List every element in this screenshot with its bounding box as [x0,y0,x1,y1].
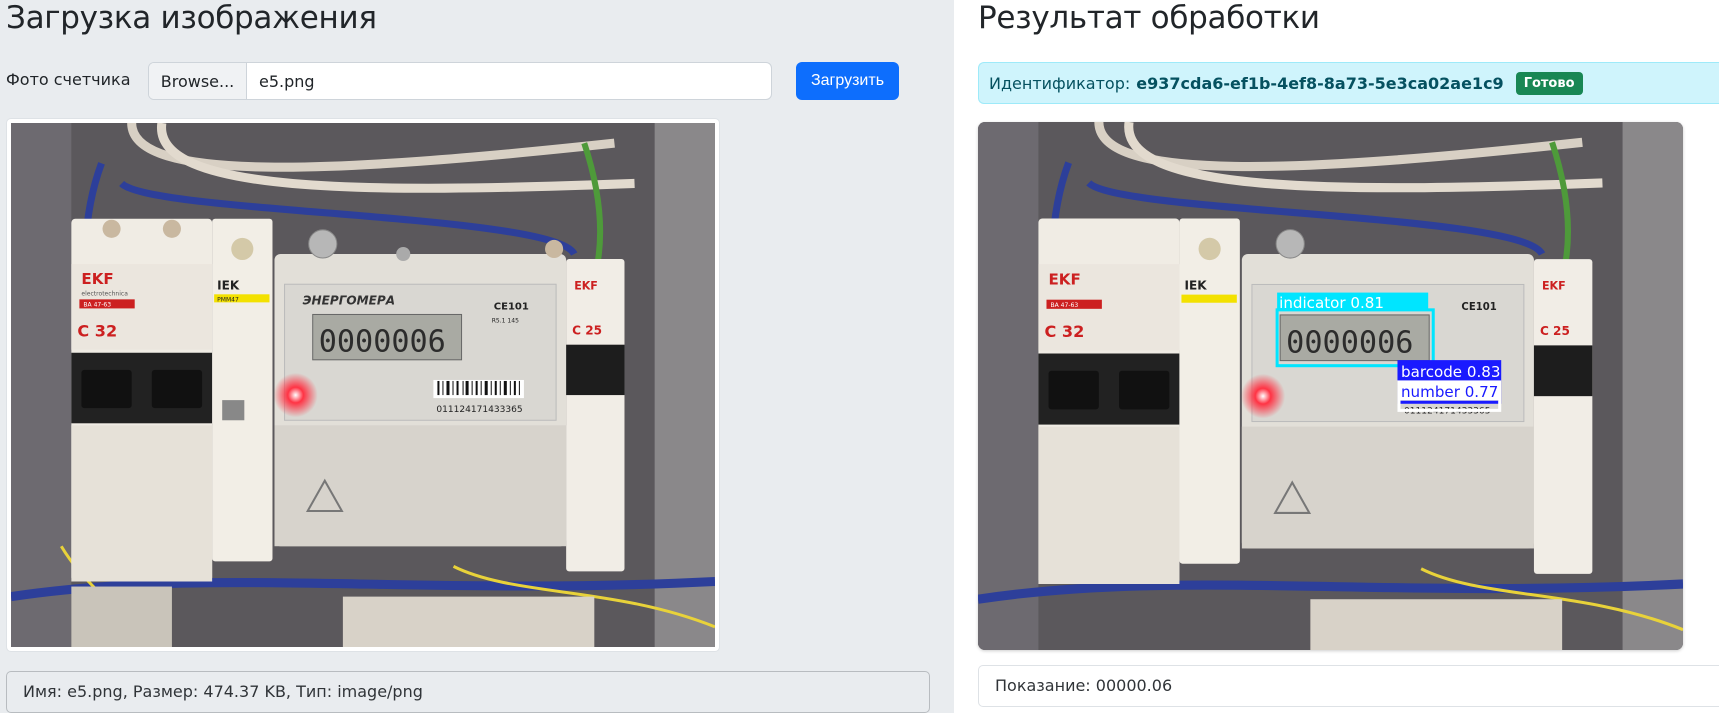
id-alert: Идентификатор: e937cda6-ef1b-4ef8-8a73-5… [978,62,1719,104]
svg-text:EKF: EKF [81,270,113,288]
svg-text:EKF: EKF [1049,270,1081,288]
meter-photo: EKF electrotechnica BA 47-63 C 32 IEK PM… [11,123,715,647]
meter-reading: Показание: 00000.06 [978,665,1719,707]
svg-text:barcode 0.83: barcode 0.83 [1401,363,1501,381]
svg-text:0000006: 0000006 [1286,325,1413,360]
selected-file-name: e5.png [259,71,315,91]
svg-text:CE101: CE101 [494,301,529,312]
uploaded-image-preview: EKF electrotechnica BA 47-63 C 32 IEK PM… [6,118,720,652]
file-info: Имя: e5.png, Размер: 474.37 KB, Тип: ima… [6,671,930,713]
svg-text:011124171433365: 011124171433365 [436,405,522,415]
svg-text:R5.1 145: R5.1 145 [492,318,519,325]
processed-image: EKF BA 47-63 C 32 IEK CE101 0000006 0111… [978,122,1683,650]
svg-text:IEK: IEK [1184,278,1207,292]
svg-text:C 32: C 32 [77,322,117,341]
upload-panel: Загрузка изображения Фото счетчика Brows… [0,0,954,713]
svg-text:IEK: IEK [217,278,240,292]
result-title: Результат обработки [978,0,1320,36]
svg-text:C 32: C 32 [1044,322,1084,341]
svg-text:number 0.77: number 0.77 [1401,383,1498,401]
processed-meter-photo: EKF BA 47-63 C 32 IEK CE101 0000006 0111… [978,122,1683,650]
photo-field-label: Фото счетчика [6,70,131,89]
svg-text:indicator 0.81: indicator 0.81 [1279,294,1384,312]
svg-text:electrotechnica: electrotechnica [81,290,128,297]
id-value: e937cda6-ef1b-4ef8-8a73-5e3ca02ae1c9 [1136,73,1504,93]
svg-text:C 25: C 25 [1540,324,1570,338]
file-input[interactable]: Browse... e5.png [148,62,772,100]
result-panel: Результат обработки Идентификатор: e937c… [954,0,1719,713]
svg-text:EKF: EKF [1542,279,1566,292]
browse-button[interactable]: Browse... [149,63,247,99]
svg-text:CE101: CE101 [1461,302,1496,313]
upload-title: Загрузка изображения [6,0,377,36]
svg-text:PMM47: PMM47 [217,296,239,303]
svg-text:BA 47-63: BA 47-63 [1051,302,1079,309]
id-label: Идентификатор: [989,73,1131,93]
svg-text:0000006: 0000006 [319,325,446,360]
svg-text:BA 47-63: BA 47-63 [83,301,111,308]
upload-button[interactable]: Загрузить [796,62,899,100]
svg-text:ЭНЕРГОМЕРА: ЭНЕРГОМЕРА [303,293,395,307]
svg-text:C 25: C 25 [572,324,602,338]
status-badge: Готово [1515,71,1583,95]
svg-text:EKF: EKF [574,279,598,292]
